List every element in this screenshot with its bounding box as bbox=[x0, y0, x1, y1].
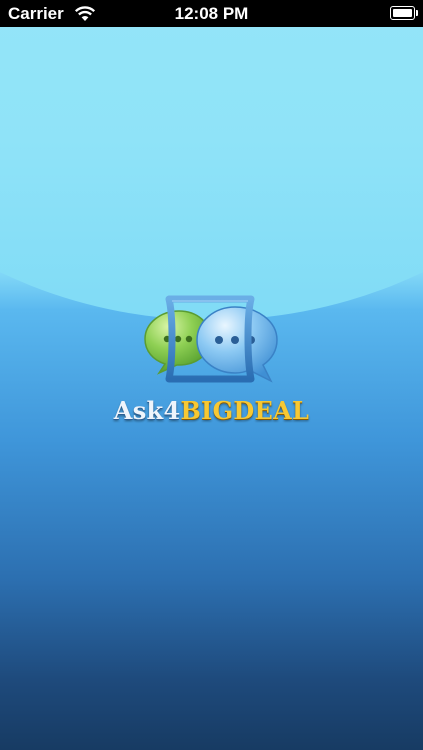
brand-wordmark-bigdeal: BIGDEAL bbox=[180, 396, 310, 425]
status-bar: Carrier 12:08 PM bbox=[0, 0, 423, 27]
battery-level-fill bbox=[393, 9, 412, 17]
brand-wordmark: Ask4BIGDEAL bbox=[0, 396, 423, 425]
chat-bubbles-logo-icon bbox=[144, 295, 278, 383]
clock: 12:08 PM bbox=[174, 4, 249, 23]
battery-icon bbox=[390, 6, 418, 20]
splash-screen: Carrier 12:08 PM Ask4BIGDEAL bbox=[0, 0, 423, 750]
brand-wordmark-ask4: Ask4 bbox=[113, 396, 181, 425]
background-highlight bbox=[0, 0, 423, 320]
